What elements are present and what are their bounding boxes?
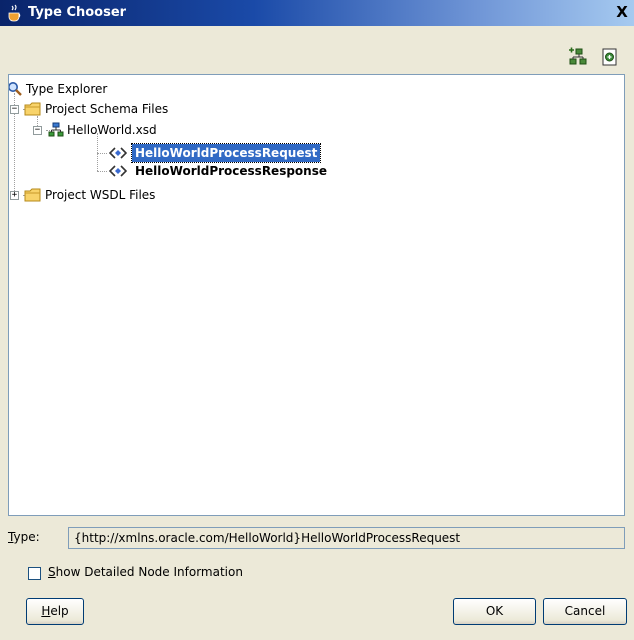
import-schema-icon[interactable] bbox=[600, 47, 620, 67]
wsdl-folder-label: Project WSDL Files bbox=[45, 188, 156, 202]
java-cup-icon bbox=[8, 4, 21, 22]
element-icon bbox=[109, 147, 127, 159]
type-field[interactable]: {http://xmlns.oracle.com/HelloWorld}Hell… bbox=[68, 527, 625, 549]
show-detailed-node-checkbox[interactable] bbox=[28, 567, 41, 580]
xsd-file-label: HelloWorld.xsd bbox=[67, 123, 157, 137]
close-button[interactable]: X bbox=[612, 3, 632, 22]
tree-line bbox=[97, 153, 107, 154]
add-schema-icon[interactable] bbox=[568, 47, 588, 67]
schema-icon bbox=[48, 122, 64, 137]
folder-icon bbox=[24, 188, 41, 202]
element-icon bbox=[109, 165, 127, 177]
type-label: Type: bbox=[8, 530, 40, 544]
type-explorer-tree[interactable]: Type Explorer − Project Schema Files − H… bbox=[8, 74, 625, 516]
magnifier-icon bbox=[9, 82, 22, 96]
help-button[interactable]: Help bbox=[26, 598, 84, 625]
title-bar: Type Chooser X bbox=[0, 0, 634, 26]
expand-icon[interactable]: + bbox=[10, 191, 19, 200]
tree-root-label: Type Explorer bbox=[26, 82, 108, 96]
close-icon: X bbox=[616, 3, 628, 21]
collapse-icon[interactable]: − bbox=[33, 126, 42, 135]
ok-button[interactable]: OK bbox=[453, 598, 536, 625]
show-detailed-node-label[interactable]: Show Detailed Node Information bbox=[48, 565, 243, 579]
collapse-icon[interactable]: − bbox=[10, 105, 19, 114]
schema-folder-label: Project Schema Files bbox=[45, 102, 169, 116]
tree-line bbox=[97, 171, 107, 172]
process-request-label: HelloWorldProcessRequest bbox=[130, 143, 322, 163]
window-title: Type Chooser bbox=[28, 5, 127, 20]
folder-icon bbox=[24, 102, 41, 116]
cancel-button[interactable]: Cancel bbox=[543, 598, 627, 625]
process-response-label: HelloWorldProcessResponse bbox=[135, 164, 327, 178]
